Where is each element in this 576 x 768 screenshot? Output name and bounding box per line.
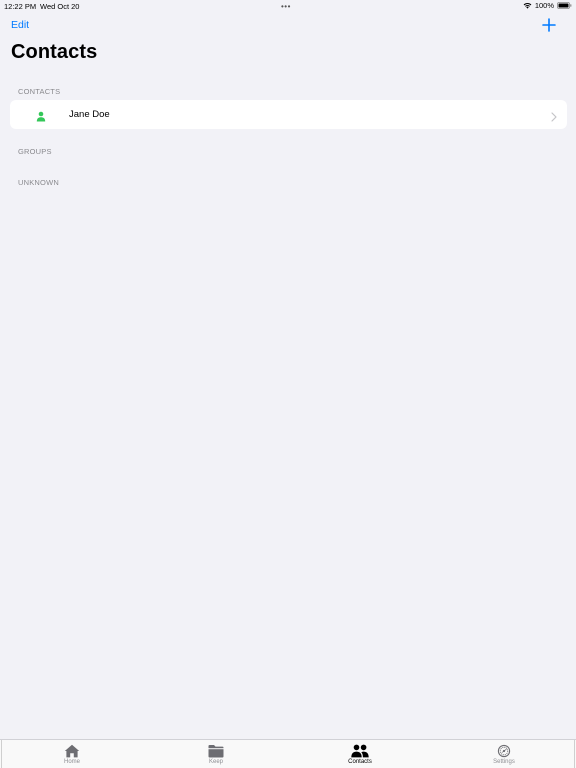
status-time: 12:22 PM [4,2,37,11]
people-icon [351,744,369,758]
tab-label: Keep [208,759,223,765]
plus-icon [542,18,556,32]
contacts-screen: 12:22 PM Wed Oct 20 ••• 100% Edit Contac… [0,0,576,768]
wifi-icon [523,2,532,9]
tab-label: Settings [493,759,515,765]
tab-label: Contacts [348,759,372,765]
tab-home[interactable]: Home [42,740,102,768]
page-title: Contacts [11,41,98,63]
tab-label: Home [63,759,80,765]
status-date: Wed Oct 20 [40,2,80,11]
contact-row-jane-doe[interactable]: Jane Doe [10,100,567,129]
person-icon [36,109,46,122]
tab-contacts[interactable]: Contacts [330,740,390,768]
unknown-section-header: UNKNOWN [18,178,59,187]
groups-section-header: GROUPS [18,147,52,156]
battery-percent: 100% [534,1,554,10]
add-contact-button[interactable] [541,17,557,33]
status-bar: 12:22 PM Wed Oct 20 ••• 100% [0,0,576,12]
gear-icon [496,744,512,758]
folder-icon [208,744,224,758]
house-icon [64,744,80,758]
edit-button[interactable]: Edit [11,19,29,31]
multitasking-dots-icon[interactable]: ••• [281,3,291,11]
chevron-right-icon [551,109,557,122]
tab-settings[interactable]: Settings [474,740,534,768]
contact-name: Jane Doe [69,109,110,120]
contacts-section-header: CONTACTS [18,87,61,96]
tab-bar: Home Keep Contacts Settings [0,739,576,768]
battery-icon [557,2,572,9]
status-indicators: 100% [523,1,572,10]
tab-keep[interactable]: Keep [186,740,246,768]
